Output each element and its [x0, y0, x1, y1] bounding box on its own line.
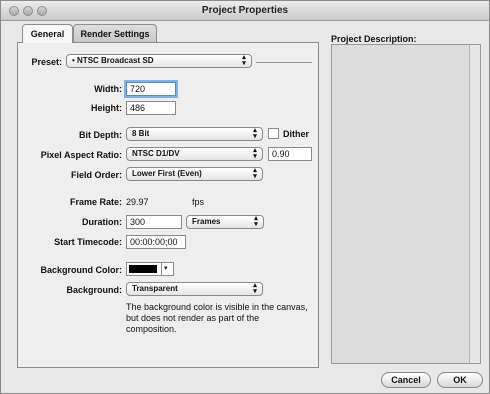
- up-down-arrows-icon: ▴ ▾: [253, 167, 257, 180]
- chevron-down-icon[interactable]: ▾: [164, 263, 168, 275]
- up-down-arrows-icon: ▴ ▾: [242, 54, 246, 67]
- pixel-aspect-ratio-label: Pixel Aspect Ratio:: [40, 150, 122, 160]
- dither-checkbox[interactable]: [268, 128, 279, 139]
- background-value: Transparent: [132, 284, 178, 293]
- preset-divider: [256, 62, 312, 63]
- description-scrollbar[interactable]: [469, 45, 480, 363]
- background-color-swatch: [129, 265, 157, 273]
- bit-depth-popup[interactable]: 8 Bit ▴ ▾: [126, 127, 263, 141]
- bit-depth-value: 8 Bit: [132, 129, 150, 138]
- width-field[interactable]: 720: [126, 82, 176, 96]
- tab-general[interactable]: General: [22, 24, 73, 43]
- height-label: Height:: [91, 103, 122, 113]
- window-title: Project Properties: [201, 5, 289, 16]
- start-timecode-label: Start Timecode:: [54, 237, 122, 247]
- width-label: Width:: [94, 84, 122, 94]
- background-color-label: Background Color:: [40, 265, 122, 275]
- pixel-aspect-ratio-value: NTSC D1/DV: [132, 149, 180, 158]
- pixel-aspect-ratio-field[interactable]: 0.90: [268, 147, 312, 161]
- duration-field[interactable]: 300: [126, 215, 182, 229]
- background-popup[interactable]: Transparent ▴ ▾: [126, 282, 263, 296]
- field-order-popup[interactable]: Lower First (Even) ▴ ▾: [126, 167, 263, 181]
- swatch-divider: [161, 263, 162, 275]
- cancel-button[interactable]: Cancel: [381, 372, 431, 388]
- duration-units-value: Frames: [192, 217, 221, 226]
- project-description-label: Project Description:: [331, 34, 417, 44]
- field-order-label: Field Order:: [70, 170, 122, 180]
- background-note: The background color is visible in the c…: [126, 302, 308, 334]
- background-label: Background:: [66, 285, 122, 295]
- up-down-arrows-icon: ▴ ▾: [253, 147, 257, 160]
- up-down-arrows-icon: ▴ ▾: [253, 282, 257, 295]
- dither-label: Dither: [283, 129, 310, 139]
- up-down-arrows-icon: ▴ ▾: [253, 127, 257, 140]
- preset-label: Preset:: [31, 57, 62, 67]
- frame-rate-unit: fps: [192, 197, 205, 207]
- general-panel: Preset: • NTSC Broadcast SD ▴ ▾ Width: 72…: [17, 42, 319, 368]
- ok-button[interactable]: OK: [437, 372, 483, 388]
- preset-popup[interactable]: • NTSC Broadcast SD ▴ ▾: [66, 54, 252, 68]
- start-timecode-field[interactable]: 00:00:00;00: [126, 235, 186, 249]
- preset-value: • NTSC Broadcast SD: [72, 56, 154, 65]
- height-field[interactable]: 486: [126, 101, 176, 115]
- project-properties-window: Project Properties General Render Settin…: [0, 0, 490, 394]
- bit-depth-label: Bit Depth:: [79, 130, 122, 140]
- duration-units-popup[interactable]: Frames ▴ ▾: [186, 215, 264, 229]
- background-color-well[interactable]: ▾: [126, 262, 174, 276]
- frame-rate-label: Frame Rate:: [69, 197, 122, 207]
- title-bar: Project Properties: [1, 1, 489, 21]
- pixel-aspect-ratio-popup[interactable]: NTSC D1/DV ▴ ▾: [126, 147, 263, 161]
- tab-render-settings[interactable]: Render Settings: [73, 24, 157, 43]
- project-description-textarea[interactable]: [331, 44, 481, 364]
- frame-rate-value: 29.97: [126, 197, 149, 207]
- up-down-arrows-icon: ▴ ▾: [254, 215, 258, 228]
- field-order-value: Lower First (Even): [132, 169, 202, 178]
- duration-label: Duration:: [82, 217, 122, 227]
